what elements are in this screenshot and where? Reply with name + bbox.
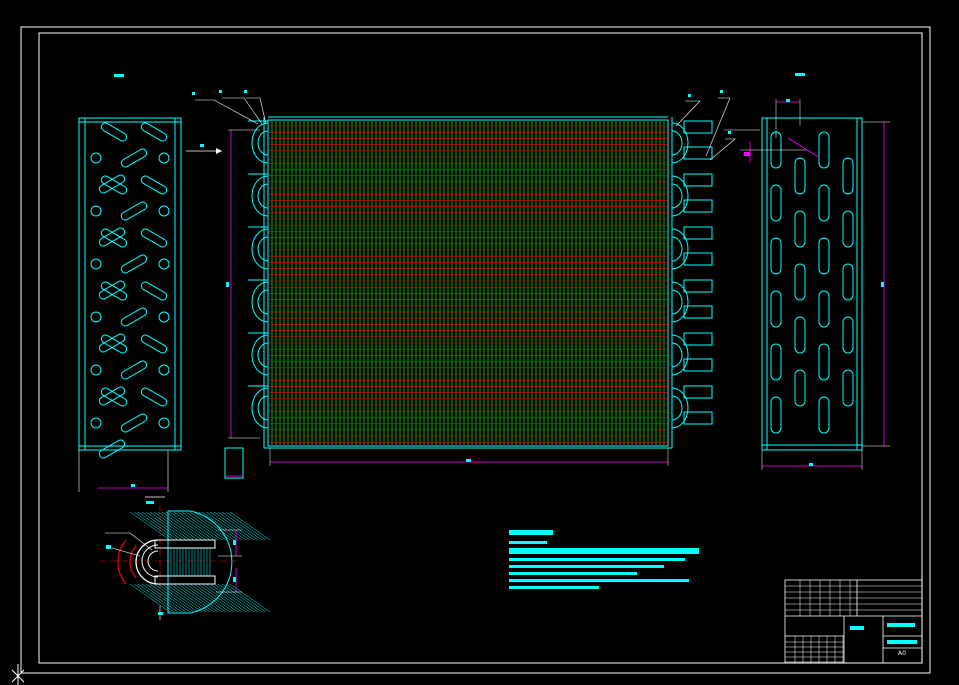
sheet-code: A0: [898, 650, 906, 657]
view-tag-left: [114, 74, 124, 77]
view-tag-right: [795, 73, 805, 76]
cad-drawing: [0, 0, 959, 685]
